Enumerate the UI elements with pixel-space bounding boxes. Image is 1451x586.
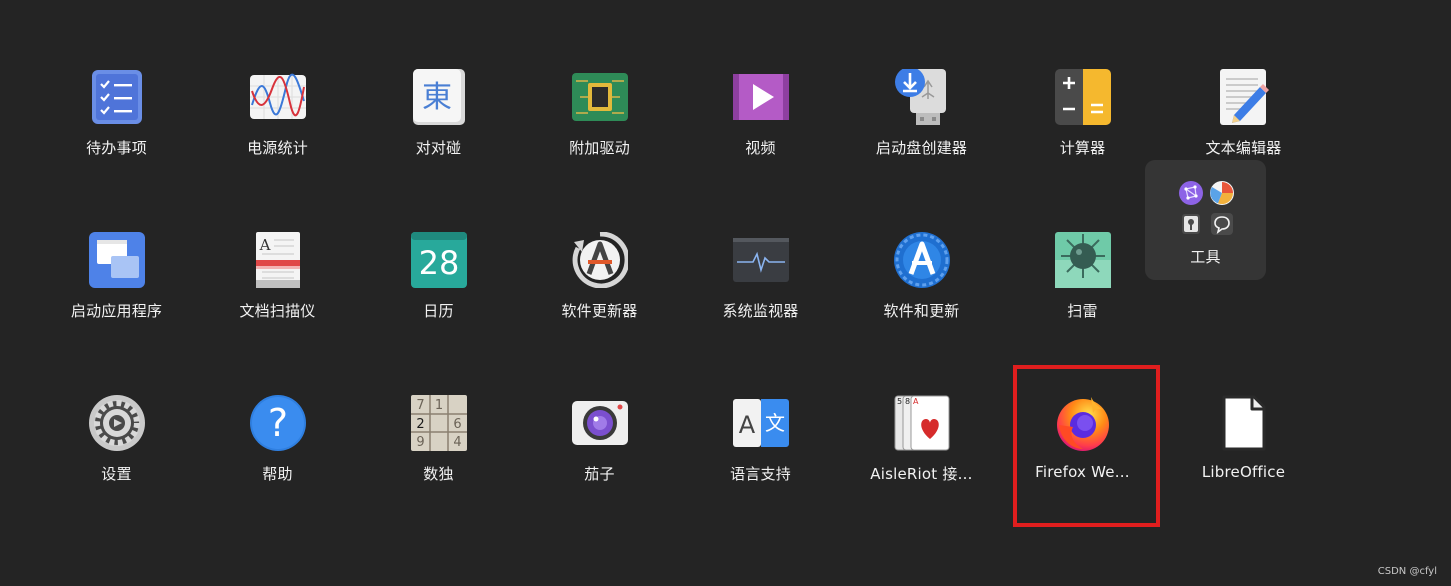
app-label: 设置 xyxy=(101,465,132,483)
sudoku-grid-icon: 712 6 9 4 xyxy=(410,395,467,451)
svg-text:A: A xyxy=(258,236,270,254)
svg-text:A: A xyxy=(913,397,919,406)
app-label: 启动应用程序 xyxy=(70,302,163,320)
text-editor-pencil-icon xyxy=(1216,69,1272,125)
startup-windows-icon xyxy=(88,232,145,288)
app-label: 软件更新器 xyxy=(561,302,638,320)
app-videos[interactable]: 视频 xyxy=(680,54,841,217)
app-calendar[interactable]: 28 日历 xyxy=(358,217,519,380)
app-startup-disk-creator[interactable]: 启动盘创建器 xyxy=(841,54,1002,217)
app-mahjongg[interactable]: 東 对对碰 xyxy=(358,54,519,217)
app-label: 茄子 xyxy=(584,465,615,483)
app-cheese[interactable]: 茄子 xyxy=(519,380,680,543)
app-power-statistics[interactable]: 电源统计 xyxy=(197,54,358,217)
libreoffice-icon xyxy=(1216,395,1272,451)
power-statistics-chart-icon xyxy=(249,69,306,125)
svg-text:1: 1 xyxy=(434,398,442,413)
todo-checklist-icon xyxy=(89,69,145,125)
highlight-box xyxy=(1013,365,1160,527)
app-system-monitor[interactable]: 系统监视器 xyxy=(680,217,841,380)
mines-icon xyxy=(1054,232,1111,288)
app-label: 启动盘创建器 xyxy=(875,139,968,157)
svg-text:2: 2 xyxy=(416,417,424,432)
mahjongg-tile-icon: 東 xyxy=(411,69,467,125)
folder-label: 工具 xyxy=(1190,248,1221,266)
app-label: 计算器 xyxy=(1059,139,1106,157)
svg-text:文: 文 xyxy=(765,411,785,435)
app-calculator[interactable]: 计算器 xyxy=(1002,54,1163,217)
app-label: 语言支持 xyxy=(730,465,791,483)
software-updater-icon xyxy=(572,231,630,289)
folder-icon-grid xyxy=(1175,177,1237,239)
app-todo[interactable]: 待办事项 xyxy=(36,54,197,217)
language-support-icon: A文 xyxy=(732,395,789,451)
app-additional-drivers[interactable]: 附加驱动 xyxy=(519,54,680,217)
app-label: 文档扫描仪 xyxy=(239,302,316,320)
app-label: 待办事项 xyxy=(86,139,147,157)
app-settings[interactable]: 设置 xyxy=(36,380,197,543)
svg-text:6: 6 xyxy=(453,417,461,432)
calendar-icon: 28 xyxy=(410,232,467,288)
app-label: 视频 xyxy=(745,139,776,157)
app-document-scanner[interactable]: A 文档扫描仪 xyxy=(197,217,358,380)
app-label: 扫雷 xyxy=(1067,302,1098,320)
svg-text:A: A xyxy=(738,411,755,439)
app-label: AisleRiot 接… xyxy=(870,465,973,483)
playing-cards-icon: 58A xyxy=(894,395,950,451)
app-label: 帮助 xyxy=(262,465,293,483)
usb-key-icon xyxy=(1175,208,1206,239)
svg-text:28: 28 xyxy=(418,244,459,282)
svg-text:東: 東 xyxy=(422,80,452,115)
cheese-camera-icon xyxy=(571,395,628,451)
app-label: 文本编辑器 xyxy=(1205,139,1282,157)
svg-text:9: 9 xyxy=(416,435,424,450)
document-scanner-icon: A xyxy=(250,232,306,288)
app-label: 数独 xyxy=(423,465,454,483)
video-play-icon xyxy=(732,69,789,125)
app-software-and-updates[interactable]: 软件和更新 xyxy=(841,217,1002,380)
app-label: 对对碰 xyxy=(415,139,462,157)
svg-text:7: 7 xyxy=(416,398,424,413)
disk-usage-icon xyxy=(1206,177,1237,208)
app-software-updater[interactable]: 软件更新器 xyxy=(519,217,680,380)
settings-gear-icon xyxy=(88,395,145,451)
watermark: CSDN @cfyl xyxy=(1377,566,1437,577)
help-question-icon: ? xyxy=(249,395,306,451)
svg-text:?: ? xyxy=(267,401,287,445)
app-label: 电源统计 xyxy=(247,139,308,157)
usb-download-icon xyxy=(894,67,950,125)
system-monitor-icon xyxy=(732,232,789,288)
app-mines[interactable]: 扫雷 xyxy=(1002,217,1163,380)
app-help[interactable]: ? 帮助 xyxy=(197,380,358,543)
app-label: 软件和更新 xyxy=(883,302,960,320)
network-icon xyxy=(1175,177,1206,208)
app-sudoku[interactable]: 712 6 9 4 数独 xyxy=(358,380,519,543)
app-libreoffice[interactable]: LibreOffice xyxy=(1163,380,1324,543)
software-sources-icon xyxy=(893,232,950,288)
app-startup-applications[interactable]: 启动应用程序 xyxy=(36,217,197,380)
svg-text:8: 8 xyxy=(905,397,910,406)
svg-text:4: 4 xyxy=(453,435,461,450)
app-aisleriot[interactable]: 58A AisleRiot 接… xyxy=(841,380,1002,543)
calculator-icon xyxy=(1054,69,1111,125)
app-language-support[interactable]: A文 语言支持 xyxy=(680,380,841,543)
app-label: 系统监视器 xyxy=(722,302,799,320)
app-label: 日历 xyxy=(423,302,454,320)
folder-tools[interactable]: 工具 xyxy=(1145,160,1266,280)
svg-text:5: 5 xyxy=(897,397,902,406)
chip-driver-icon xyxy=(571,69,628,125)
app-label: LibreOffice xyxy=(1201,463,1286,481)
app-label: 附加驱动 xyxy=(569,139,630,157)
chat-bubble-icon xyxy=(1206,208,1237,239)
